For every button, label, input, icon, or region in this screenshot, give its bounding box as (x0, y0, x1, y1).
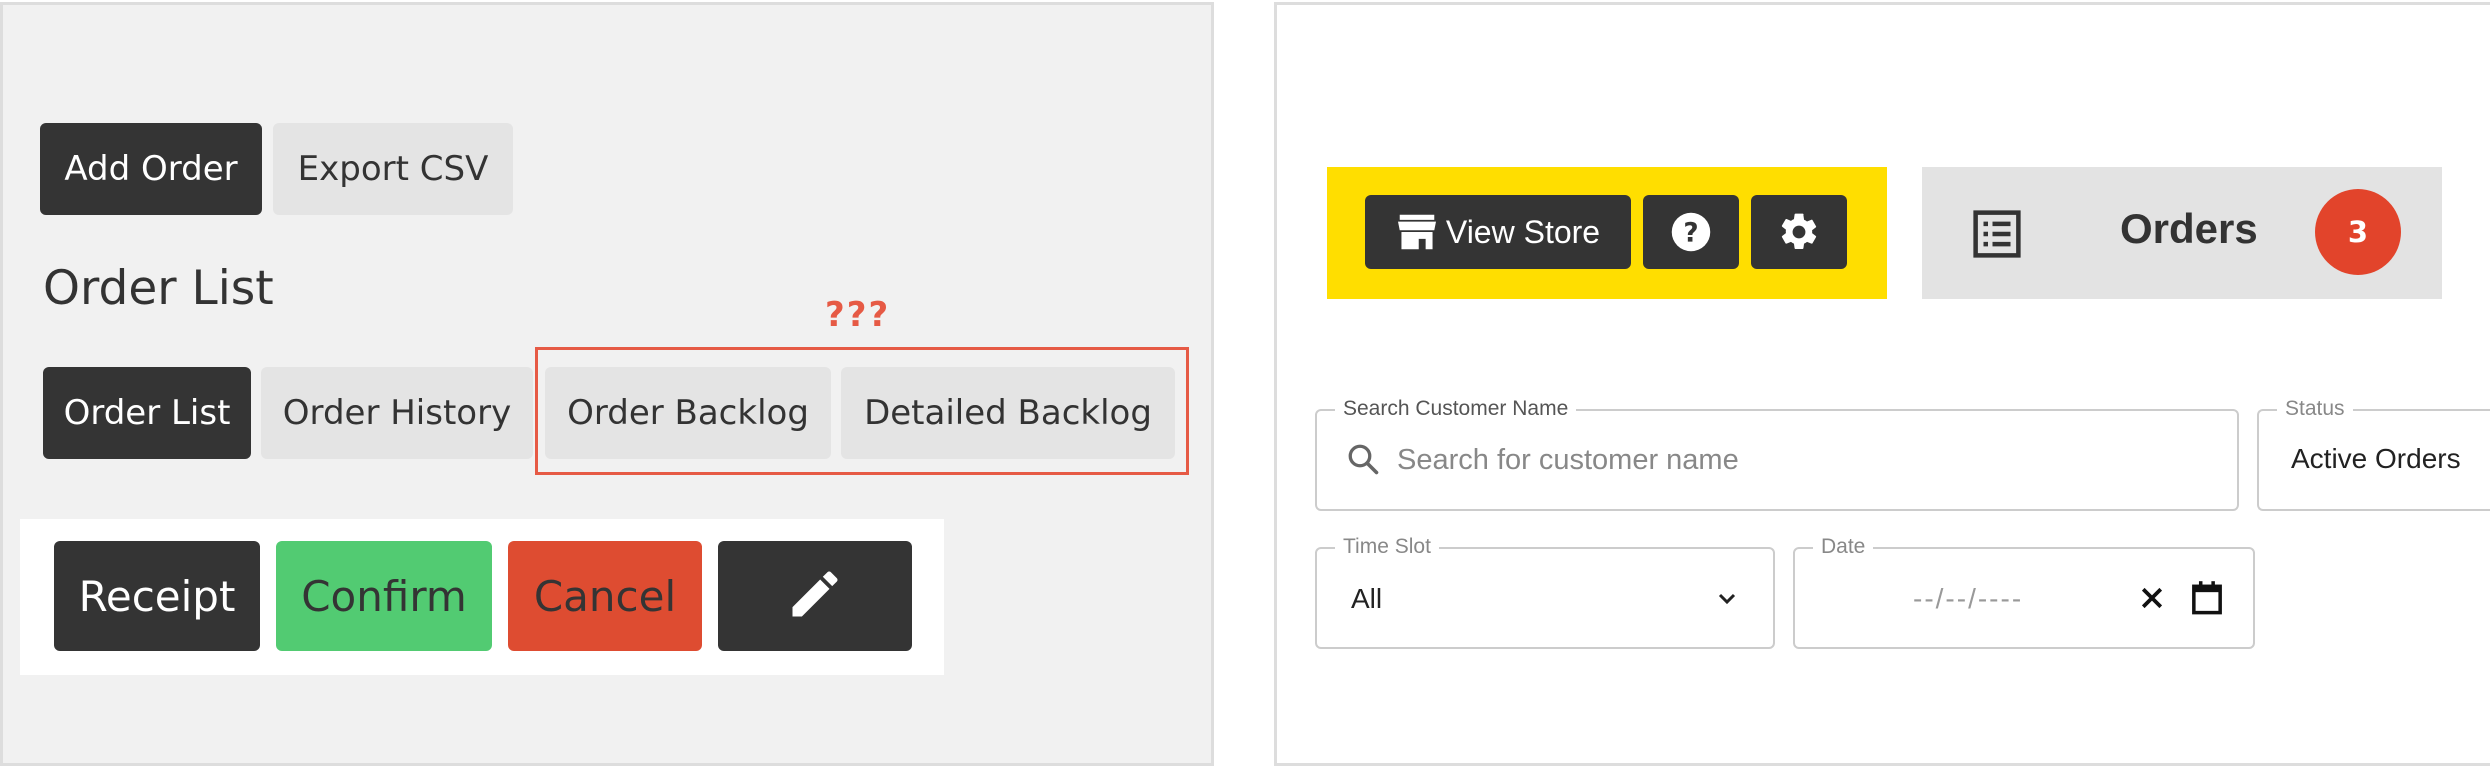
search-customer-label: Search Customer Name (1335, 397, 1577, 421)
date-field[interactable]: Date --/--/---- (1793, 535, 2255, 649)
add-order-button[interactable]: Add Order (40, 123, 262, 215)
export-csv-button[interactable]: Export CSV (273, 123, 513, 215)
tab-order-history[interactable]: Order History (261, 367, 533, 459)
svg-text:?: ? (1683, 219, 1698, 249)
pencil-icon (785, 564, 845, 628)
cancel-button[interactable]: Cancel (508, 541, 702, 651)
chevron-down-icon (1715, 587, 1739, 615)
store-icon (1396, 213, 1438, 251)
date-input[interactable]: --/--/---- (1913, 583, 2023, 615)
view-store-label: View Store (1445, 213, 1601, 250)
question-annotation: ??? (825, 295, 891, 335)
calendar-icon[interactable] (2189, 579, 2225, 621)
action-button-strip: Receipt Confirm Cancel (20, 519, 944, 675)
time-slot-value: All (1351, 583, 1383, 614)
tab-detailed-backlog[interactable]: Detailed Backlog (841, 367, 1175, 459)
date-label: Date (1813, 535, 1874, 559)
status-select[interactable]: Status Active Orders (2257, 397, 2490, 511)
time-slot-label: Time Slot (1335, 535, 1439, 559)
orders-count-badge: 3 (2315, 189, 2401, 275)
status-label: Status (2277, 397, 2353, 421)
status-value: Active Orders (2291, 443, 2461, 474)
clear-icon[interactable] (2137, 583, 2167, 617)
receipt-button[interactable]: Receipt (54, 541, 260, 651)
store-toolbar: View Store ? (1327, 167, 1887, 299)
left-panel: Add Order Export CSV Order List ??? Orde… (0, 2, 1214, 766)
orders-title: Orders (2120, 205, 2258, 252)
search-input[interactable]: Search for customer name (1397, 444, 1739, 477)
tab-order-backlog[interactable]: Order Backlog (545, 367, 831, 459)
help-button[interactable]: ? (1643, 195, 1739, 269)
view-store-button[interactable]: View Store (1365, 195, 1631, 269)
tab-order-list[interactable]: Order List (43, 367, 251, 459)
edit-button[interactable] (718, 541, 912, 651)
orders-header: Orders 3 (1922, 167, 2442, 299)
gear-icon (1777, 210, 1821, 254)
time-slot-select[interactable]: Time Slot All (1315, 535, 1775, 649)
help-icon: ? (1670, 211, 1712, 253)
confirm-button[interactable]: Confirm (276, 541, 492, 651)
list-icon (1970, 207, 2024, 265)
search-customer-field[interactable]: Search Customer Name Search for customer… (1315, 397, 2239, 511)
page-title: Order List (43, 261, 274, 316)
settings-button[interactable] (1751, 195, 1847, 269)
right-panel: View Store ? Orders 3 Search Customer Na… (1274, 2, 2490, 766)
search-icon (1345, 441, 1381, 481)
